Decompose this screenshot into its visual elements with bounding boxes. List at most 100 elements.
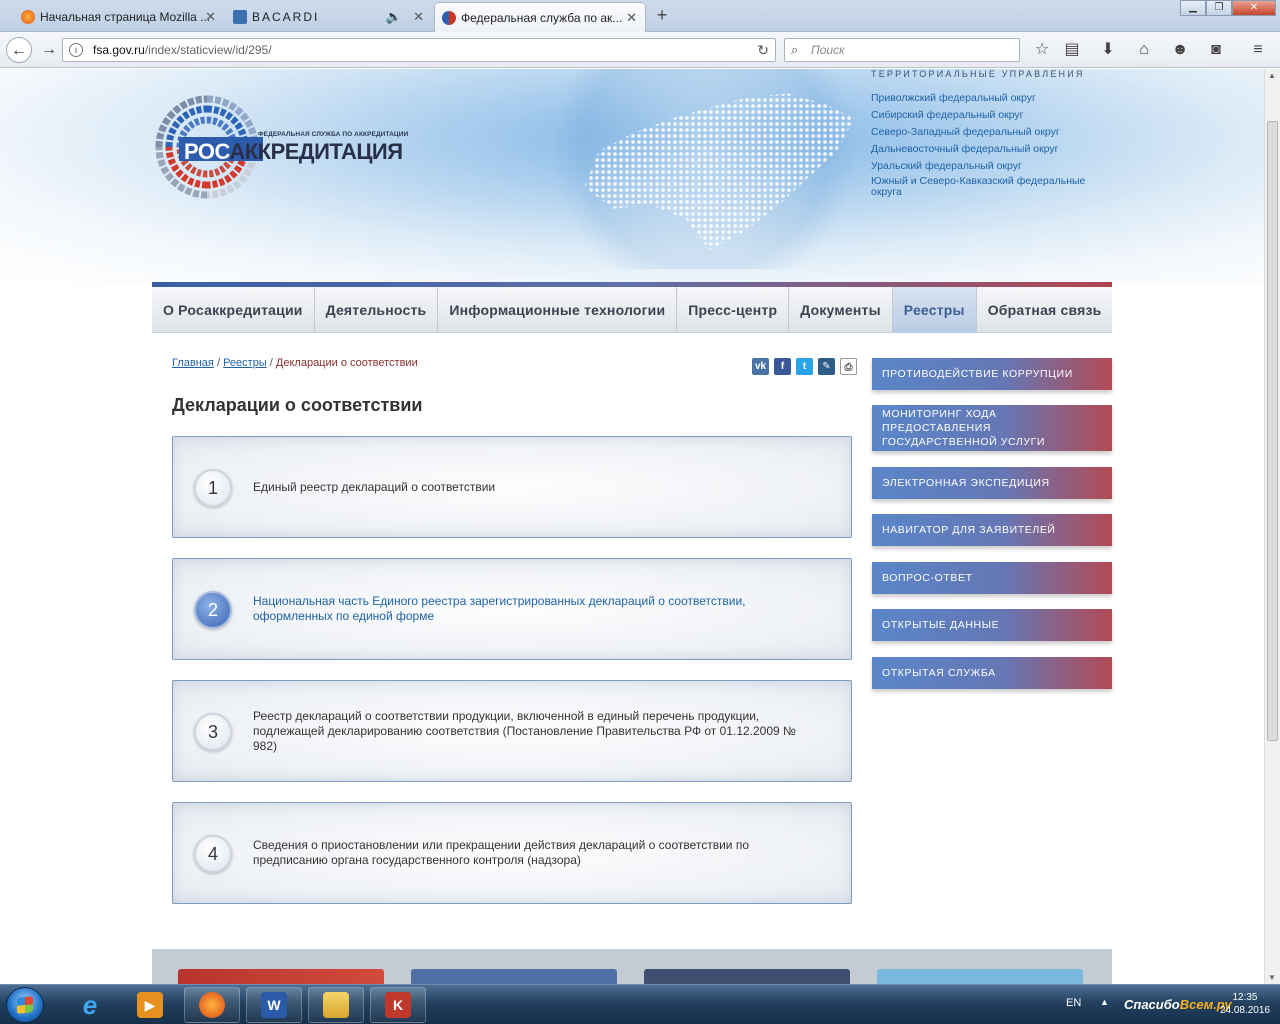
sidebar-faq[interactable]: ВОПРОС-ОТВЕТ bbox=[872, 562, 1112, 594]
taskbar-media[interactable]: ▶ bbox=[122, 987, 178, 1023]
menu-item-about[interactable]: О Росаккредитации bbox=[152, 287, 315, 333]
sidebar-open-service[interactable]: ОТКРЫТАЯ СЛУЖБА bbox=[872, 657, 1112, 689]
registry-card-2[interactable]: 2 Национальная часть Единого реестра зар… bbox=[172, 558, 852, 660]
page-scrollbar[interactable]: ▲ ▼ bbox=[1264, 69, 1280, 984]
brand-prefix: РОС bbox=[184, 139, 230, 164]
footer-banner[interactable] bbox=[877, 969, 1083, 984]
reading-list-icon[interactable]: ▤ bbox=[1060, 39, 1084, 61]
menu-item-documents[interactable]: Документы bbox=[789, 287, 893, 333]
card-text[interactable]: Национальная часть Единого реестра зарег… bbox=[253, 559, 811, 659]
breadcrumb-home[interactable]: Главная bbox=[172, 357, 214, 369]
clock[interactable]: 12:35 24.08.2016 bbox=[1220, 991, 1270, 1017]
print-icon[interactable]: ⎙ bbox=[840, 358, 857, 375]
footer-banners bbox=[152, 949, 1112, 984]
browser-tab-bar: Начальная страница Mozilla ... ✕ BACARDI… bbox=[0, 0, 1280, 32]
tab-title: Начальная страница Mozilla ... bbox=[40, 10, 211, 24]
menu-item-activity[interactable]: Деятельность bbox=[315, 287, 439, 333]
sidebar-navigator[interactable]: НАВИГАТОР ДЛЯ ЗАЯВИТЕЛЕЙ bbox=[872, 514, 1112, 546]
sidebar-monitoring[interactable]: МОНИТОРИНГ ХОДА ПРЕДОСТАВЛЕНИЯ ГОСУДАРСТ… bbox=[872, 405, 1112, 451]
menu-item-registries[interactable]: Реестры bbox=[892, 287, 977, 333]
minimize-button[interactable]: ▁ bbox=[1180, 0, 1206, 16]
kingsoft-icon: K bbox=[385, 992, 411, 1018]
home-icon[interactable]: ⌂ bbox=[1132, 39, 1156, 61]
menu-item-press[interactable]: Пресс-центр bbox=[677, 287, 790, 333]
tray-expand-icon[interactable]: ▲ bbox=[1100, 997, 1109, 1007]
menu-icon[interactable]: ≡ bbox=[1246, 39, 1270, 61]
breadcrumb-separator: / bbox=[216, 357, 220, 369]
site-logo[interactable]: ФЕДЕРАЛЬНАЯ СЛУЖБА ПО АККРЕДИТАЦИИ РОСАК… bbox=[155, 91, 415, 206]
card-number: 2 bbox=[194, 591, 232, 629]
taskbar-explorer[interactable] bbox=[308, 987, 364, 1023]
tab-bacardi[interactable]: BACARDI 🔈 ✕ bbox=[226, 2, 432, 32]
tab-title: BACARDI bbox=[252, 10, 320, 24]
close-icon[interactable]: ✕ bbox=[205, 9, 216, 25]
back-button[interactable]: ← bbox=[6, 37, 32, 63]
start-button[interactable] bbox=[6, 987, 44, 1023]
vk-icon[interactable]: vk bbox=[752, 358, 769, 375]
registry-card-4[interactable]: 4 Сведения о приостановлении или прекращ… bbox=[172, 802, 852, 904]
footer-banner[interactable] bbox=[644, 969, 850, 984]
breadcrumb-separator: / bbox=[269, 357, 273, 369]
twitter-icon[interactable]: t bbox=[796, 358, 813, 375]
scroll-up-icon[interactable]: ▲ bbox=[1268, 71, 1276, 80]
reload-icon[interactable]: ↻ bbox=[757, 39, 769, 61]
close-icon[interactable]: ✕ bbox=[413, 9, 424, 25]
fsa-icon bbox=[442, 11, 456, 25]
facebook-icon[interactable]: f bbox=[774, 358, 791, 375]
taskbar-ie[interactable]: e bbox=[62, 987, 118, 1023]
registry-card-3[interactable]: 3 Реестр деклараций о соответствии проду… bbox=[172, 680, 852, 782]
breadcrumb-section[interactable]: Реестры bbox=[223, 357, 267, 369]
language-indicator[interactable]: EN bbox=[1066, 997, 1081, 1009]
registry-card-1[interactable]: 1 Единый реестр деклараций о соответстви… bbox=[172, 436, 852, 538]
search-input[interactable]: ⌕ Поиск bbox=[784, 38, 1020, 62]
taskbar-firefox[interactable] bbox=[184, 987, 240, 1023]
footer-banner[interactable] bbox=[411, 969, 617, 984]
browser-nav-bar: ← → i fsa.gov.ru/index/staticview/id/295… bbox=[0, 32, 1280, 68]
brand-name: РОСАККРЕДИТАЦИЯ bbox=[184, 139, 403, 165]
territory-link[interactable]: Южный и Северо-Кавказский федеральные ок… bbox=[871, 176, 1111, 198]
territory-link[interactable]: Дальневосточный федеральный округ bbox=[871, 142, 1111, 156]
close-window-button[interactable]: ✕ bbox=[1232, 0, 1276, 16]
tab-fsa[interactable]: Федеральная служба по ак... ✕ bbox=[434, 2, 646, 32]
tab-mozilla-start[interactable]: Начальная страница Mozilla ... ✕ bbox=[14, 2, 224, 32]
sidebar-open-data[interactable]: ОТКРЫТЫЕ ДАННЫЕ bbox=[872, 609, 1112, 641]
livejournal-icon[interactable]: ✎ bbox=[818, 358, 835, 375]
pocket-icon[interactable]: ◙ bbox=[1204, 39, 1228, 61]
download-icon[interactable]: ⬇ bbox=[1096, 39, 1120, 61]
windows-logo-icon bbox=[17, 996, 33, 1014]
speaker-icon[interactable]: 🔈 bbox=[386, 9, 402, 25]
watermark: СпасибоВсем.ру bbox=[1124, 997, 1232, 1012]
card-text[interactable]: Единый реестр деклараций о соответствии bbox=[253, 437, 811, 537]
new-tab-button[interactable]: + bbox=[652, 5, 672, 26]
menu-item-feedback[interactable]: Обратная связь bbox=[977, 287, 1113, 333]
url-bar[interactable]: i fsa.gov.ru/index/staticview/id/295/ ↻ bbox=[62, 38, 776, 62]
window-controls: ▁ ❐ ✕ bbox=[1180, 0, 1276, 18]
menu-item-it[interactable]: Информационные технологии bbox=[438, 287, 678, 333]
bookmark-star-icon[interactable]: ☆ bbox=[1030, 39, 1054, 61]
territory-link[interactable]: Сибирский федеральный округ bbox=[871, 108, 1111, 122]
card-number: 4 bbox=[194, 835, 232, 873]
info-icon[interactable]: i bbox=[69, 43, 83, 57]
search-placeholder: Поиск bbox=[811, 43, 845, 57]
sidebar-anticorruption[interactable]: ПРОТИВОДЕЙСТВИЕ КОРРУПЦИИ bbox=[872, 358, 1112, 390]
web-page: ФЕДЕРАЛЬНАЯ СЛУЖБА ПО АККРЕДИТАЦИИ РОСАК… bbox=[0, 69, 1264, 984]
footer-banner[interactable] bbox=[178, 969, 384, 984]
territory-link[interactable]: Уральский федеральный округ bbox=[871, 159, 1111, 173]
forward-button[interactable]: → bbox=[36, 37, 62, 63]
word-icon: W bbox=[261, 992, 287, 1018]
territory-link[interactable]: Северо-Западный федеральный округ bbox=[871, 125, 1111, 139]
close-icon[interactable]: ✕ bbox=[626, 10, 637, 26]
firefox-icon bbox=[21, 10, 35, 24]
card-text[interactable]: Сведения о приостановлении или прекращен… bbox=[253, 803, 811, 903]
breadcrumb: Главная / Реестры / Декларации о соответ… bbox=[172, 357, 418, 369]
sidebar-e-expedition[interactable]: ЭЛЕКТРОННАЯ ЭКСПЕДИЦИЯ bbox=[872, 467, 1112, 499]
watermark-a: Спасибо bbox=[1124, 997, 1180, 1012]
taskbar-app[interactable]: K bbox=[370, 987, 426, 1023]
territory-link[interactable]: Приволжский федеральный округ bbox=[871, 91, 1111, 105]
taskbar-word[interactable]: W bbox=[246, 987, 302, 1023]
scroll-down-icon[interactable]: ▼ bbox=[1268, 973, 1276, 982]
scroll-thumb[interactable] bbox=[1267, 121, 1278, 741]
chat-icon[interactable]: ☻ bbox=[1168, 39, 1192, 61]
restore-button[interactable]: ❐ bbox=[1206, 0, 1232, 16]
card-text[interactable]: Реестр деклараций о соответствии продукц… bbox=[253, 681, 811, 781]
